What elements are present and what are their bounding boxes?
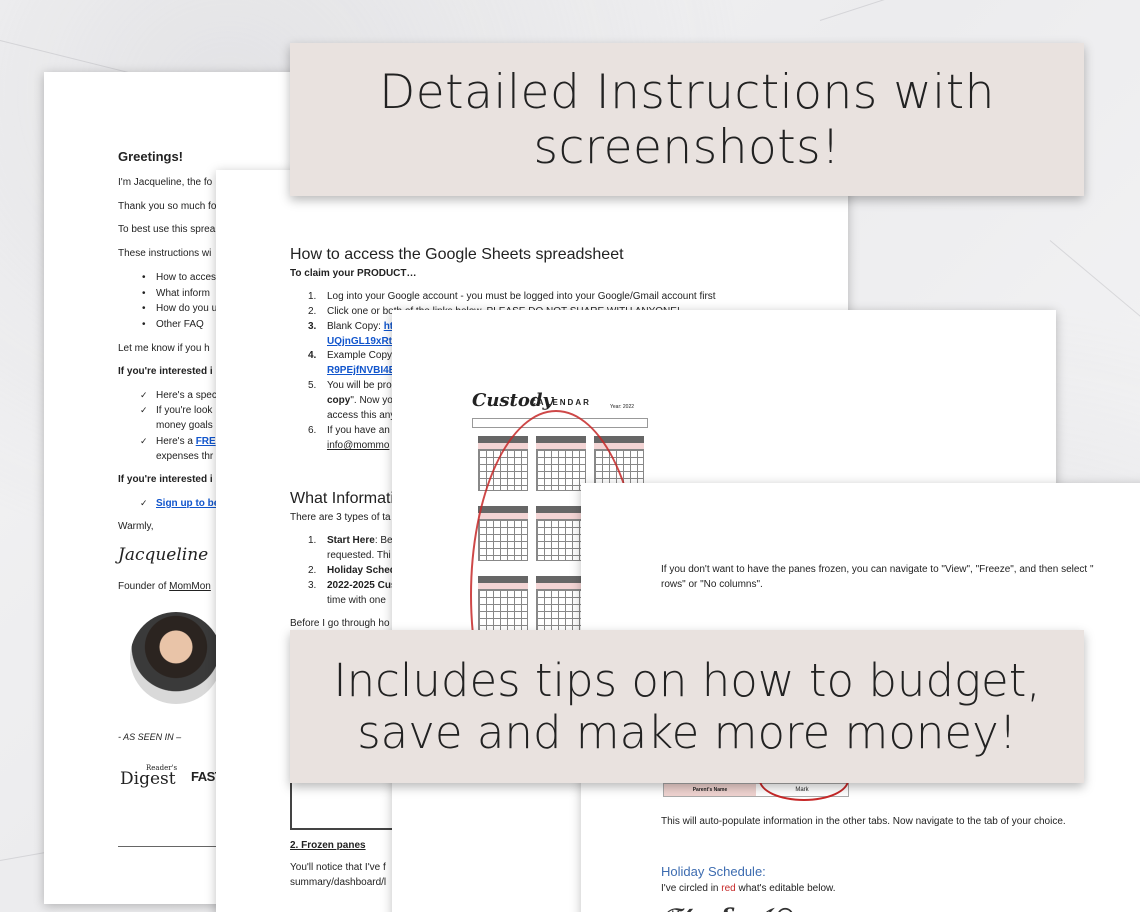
step-label: Blank Copy: xyxy=(327,321,384,332)
step-number: 3. xyxy=(308,321,317,332)
check-item-cont: money goals xyxy=(156,420,213,431)
intro-line: To best use this sprea xyxy=(118,224,216,235)
list-item-bold: 2022-2025 Cus xyxy=(327,580,397,591)
circled-text: I've circled in red what's editable belo… xyxy=(661,882,835,895)
signup-link[interactable]: Sign up to be xyxy=(156,498,219,509)
check-item-cont: expenses thr xyxy=(156,451,214,462)
list-item-bold: Holiday Sched xyxy=(327,565,396,576)
founder-text: Founder of xyxy=(118,581,170,592)
headline-text: Detailed Instructions with screenshots! xyxy=(379,64,995,175)
script-heading-partial: 𝒯𝒽 𝓃 & 𝒜 ☺ xyxy=(661,903,795,912)
intro-line: These instructions wi xyxy=(118,248,212,259)
list-item: Start Here: Be xyxy=(327,534,393,547)
check-item: Sign up to be xyxy=(140,497,219,510)
step-text: Log into your Google account - you must … xyxy=(327,291,716,302)
as-seen-in-label: - AS SEEN IN – xyxy=(118,732,182,742)
list-item-cont: time with one xyxy=(327,595,386,606)
headline-banner-top: Detailed Instructions with screenshots! xyxy=(290,43,1084,196)
step-number: 2. xyxy=(308,306,317,317)
list-number: 1. xyxy=(308,535,317,546)
interested-heading: If you're interested i xyxy=(118,474,213,485)
step-text-cont: access this any xyxy=(327,410,396,421)
marble-vein xyxy=(1049,240,1140,319)
signature: Jacqueline xyxy=(118,545,209,565)
avatar xyxy=(130,612,222,704)
freeze-instruction: If you don't want to have the panes froz… xyxy=(661,564,1094,575)
example-copy-link[interactable]: R9PEjfNVBI4B xyxy=(327,364,396,377)
list-item-bold: Start Here xyxy=(327,535,375,546)
calendar-subtitle: CALENDAR xyxy=(530,398,591,407)
greeting-heading: Greetings! xyxy=(118,149,184,164)
interested-heading: If you're interested i xyxy=(118,366,213,377)
step-text: You will be pro xyxy=(327,380,392,391)
circled-text-red: red xyxy=(721,883,736,894)
bullet-item: Other FAQ xyxy=(142,318,204,331)
step-text-cont: copy". Now yo xyxy=(327,394,393,407)
list-number: 2. xyxy=(308,565,317,576)
frozen-panes-heading: 2. Frozen panes xyxy=(290,840,366,851)
bullet-item: What inform xyxy=(142,287,210,300)
calendar-year: Year: 2022 xyxy=(610,404,635,410)
step-number: 5. xyxy=(308,380,317,391)
step-text: If you have an xyxy=(327,425,390,436)
blank-copy-link[interactable]: UQjnGL19xRtk xyxy=(327,335,398,348)
step-number: 1. xyxy=(308,291,317,302)
step-number: 4. xyxy=(308,350,317,361)
check-item: Here's a spec xyxy=(140,389,217,402)
circled-text-post: what's editable below. xyxy=(735,883,836,894)
warmly-text: Warmly, xyxy=(118,521,154,532)
before-line: Before I go through ho xyxy=(290,618,390,629)
marble-vein xyxy=(819,0,1135,21)
auto-populate-text: This will auto-populate information in t… xyxy=(661,816,1066,827)
readers-digest-logo: Digest xyxy=(120,769,176,789)
list-item-cont: requested. Thi xyxy=(327,550,391,561)
let-me-know-line: Let me know if you h xyxy=(118,343,210,354)
founder-link[interactable]: MomMon xyxy=(169,581,211,592)
screenshot-frame xyxy=(290,782,394,830)
freeze-instruction: rows" or "No columns". xyxy=(661,579,763,590)
frozen-text: summary/dashboard/l xyxy=(290,877,387,888)
claim-subheading: To claim your PRODUCT… xyxy=(290,268,417,279)
circled-text-pre: I've circled in xyxy=(661,883,722,894)
access-heading: How to access the Google Sheets spreadsh… xyxy=(290,246,624,263)
bullet-item: How to acces xyxy=(142,271,216,284)
intro-line: Thank you so much fo xyxy=(118,201,217,212)
step-text-cont-rest: ". Now yo xyxy=(350,395,393,406)
copy-word: copy xyxy=(327,395,351,406)
parent-name-label: Parent's Name xyxy=(664,784,756,796)
intro-line: I'm Jacqueline, the fo xyxy=(118,177,213,188)
free-link[interactable]: FRE xyxy=(196,436,216,447)
headline-text: Includes tips on how to budget, save and… xyxy=(333,653,1041,759)
frozen-text: You'll notice that I've f xyxy=(290,862,386,873)
headline-banner-bottom: Includes tips on how to budget, save and… xyxy=(290,630,1084,783)
email-link[interactable]: info@mommo xyxy=(327,439,389,452)
step-text: Example Copy xyxy=(327,350,393,361)
what-info-heading: What Informati xyxy=(290,490,395,507)
step-text: Blank Copy: htt xyxy=(327,320,396,333)
check-item: Here's a FRE xyxy=(140,435,216,448)
check-item-text: Here's a xyxy=(156,436,196,447)
step-number: 6. xyxy=(308,425,317,436)
types-line: There are 3 types of ta xyxy=(290,512,391,523)
list-number: 3. xyxy=(308,580,317,591)
bullet-item: How do you u xyxy=(142,302,217,315)
list-item-text: : Be xyxy=(374,535,393,546)
check-item: If you're look xyxy=(140,404,213,417)
holiday-schedule-heading: Holiday Schedule: xyxy=(661,864,766,879)
founder-line: Founder of MomMon xyxy=(118,580,211,593)
